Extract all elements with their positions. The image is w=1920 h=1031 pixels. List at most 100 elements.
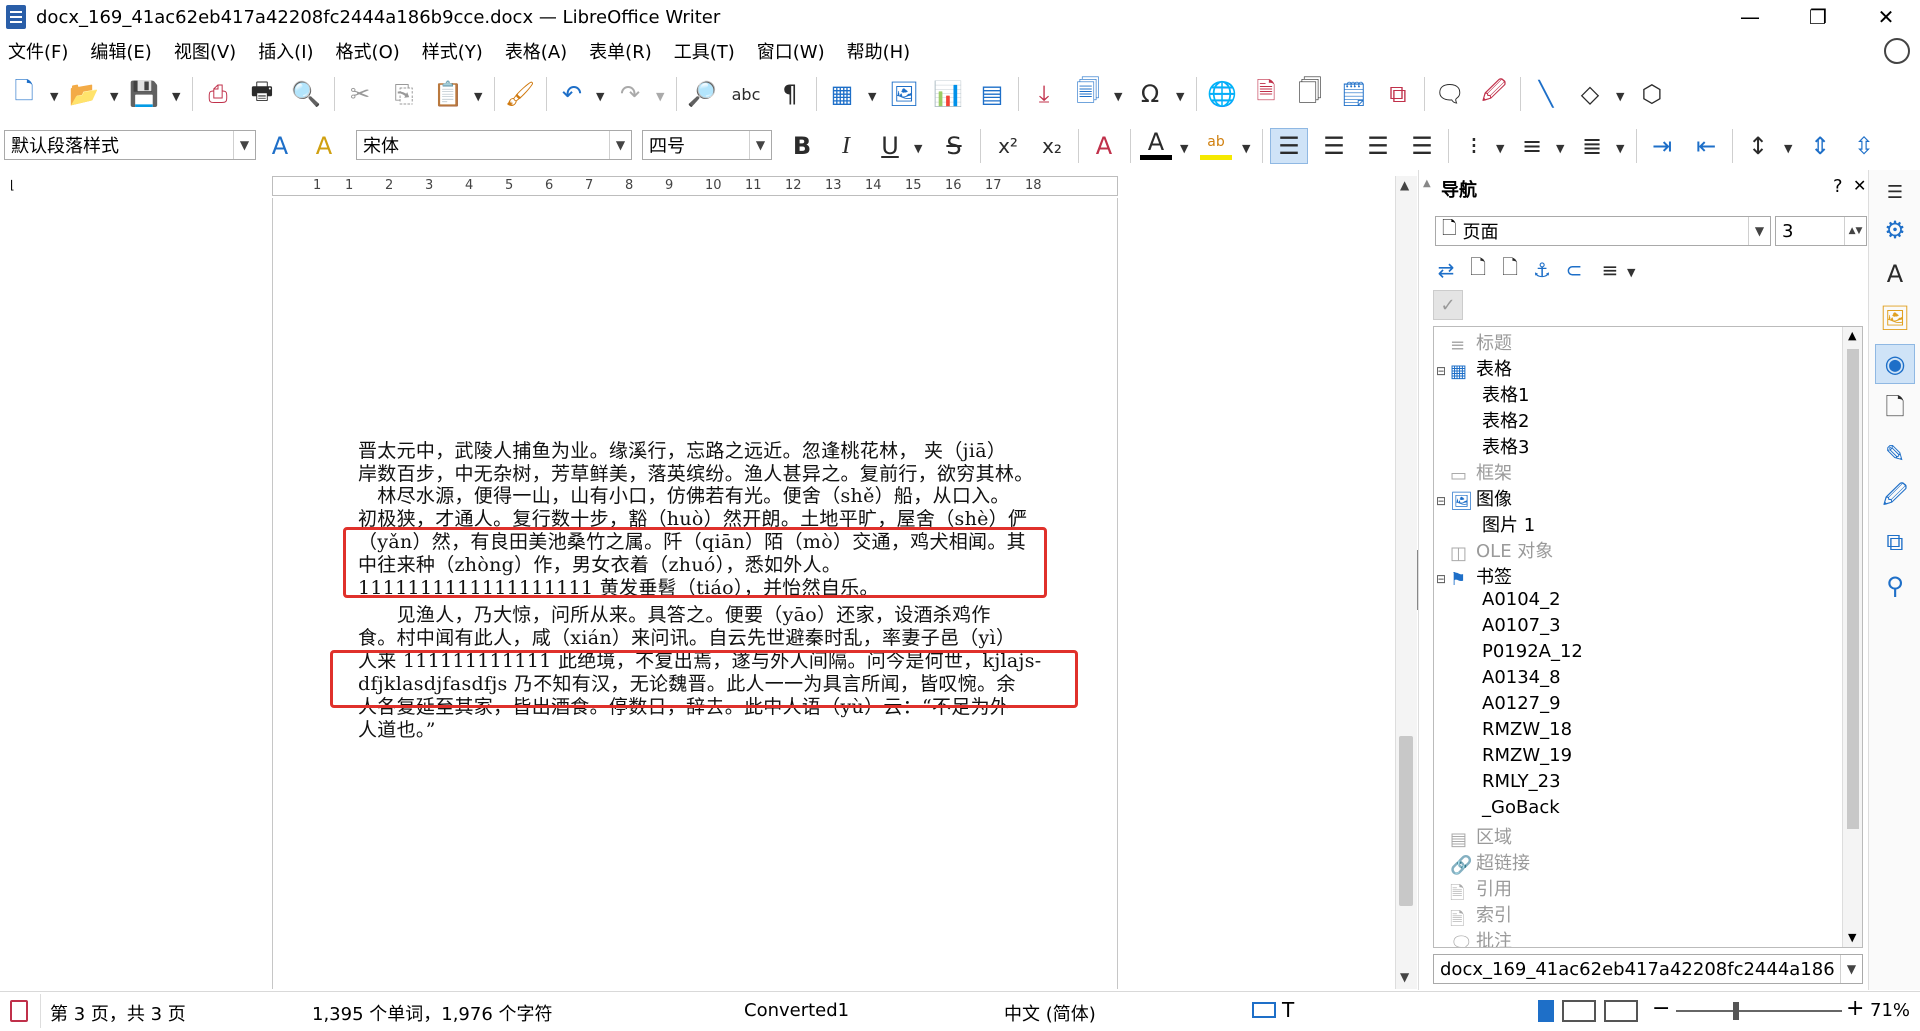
expander-icon[interactable]: ⊟ <box>1436 572 1450 586</box>
properties-icon[interactable]: ⚙ <box>1879 214 1911 246</box>
decrease-indent-icon[interactable]: ⇤ <box>1690 130 1722 162</box>
scroll-down-icon[interactable]: ▼ <box>1400 970 1409 984</box>
scroll-down-icon[interactable]: ▼ <box>1848 931 1856 944</box>
line-spacing-icon[interactable]: ↕ <box>1742 130 1774 162</box>
navigator-category[interactable]: 🗎 引用 <box>1436 875 1512 904</box>
document-select[interactable]: docx_169_41ac62eb417a42208fc2444a186b9cc… <box>1433 954 1863 984</box>
increase-paragraph-spacing-icon[interactable]: ⇕ <box>1804 130 1836 162</box>
comment-icon[interactable]: 🗨 <box>1434 78 1466 110</box>
track-changes-icon[interactable]: 🖉 <box>1478 77 1510 110</box>
navigator-category[interactable]: ⊟ ⚑ 书签 <box>1436 563 1512 590</box>
close-window-button[interactable]: ✕ <box>1852 0 1920 34</box>
navigator-category[interactable]: ▤ 区域 <box>1436 823 1512 850</box>
page-style[interactable]: Converted1 <box>744 1000 849 1021</box>
navigator-category[interactable]: 🗨 批注 <box>1436 927 1512 947</box>
scroll-up-icon[interactable]: ▲ <box>1848 329 1856 342</box>
document-text[interactable]: 晋太元中，武陵人捕鱼为业。缘溪行，忘路之远近。忽逢桃花林， 夹（jiā） 岸数百步… <box>0 0 1395 989</box>
navigator-entry[interactable]: 图片 1 <box>1482 511 1535 537</box>
header-icon[interactable]: 🗋 <box>1465 254 1491 286</box>
bullet-list-icon[interactable]: ⁝ <box>1458 130 1490 162</box>
expander-icon[interactable]: ⊟ <box>1436 494 1450 508</box>
document-modified-icon[interactable] <box>10 1000 28 1022</box>
expander-icon[interactable]: ⊟ <box>1436 364 1450 378</box>
chevron-down-icon[interactable]: ▼ <box>1496 142 1504 155</box>
navigator-entry[interactable]: RMZW_19 <box>1482 745 1572 766</box>
chevron-down-icon[interactable]: ▼ <box>1556 142 1564 155</box>
scrollbar-thumb[interactable] <box>1399 736 1413 906</box>
navigator-entry[interactable]: 表格2 <box>1482 407 1529 433</box>
style-inspector-icon[interactable]: ✎ <box>1879 438 1911 470</box>
selection-mode-icon[interactable] <box>1252 1002 1276 1018</box>
minimize-button[interactable]: — <box>1716 0 1784 34</box>
zoom-slider[interactable] <box>1676 1002 1842 1020</box>
navigator-category[interactable]: ⊟ ▦ 表格 <box>1436 355 1512 382</box>
toggle-icon[interactable]: ⇄ <box>1433 254 1459 286</box>
navigator-entry[interactable]: RMLY_23 <box>1482 771 1561 792</box>
language[interactable]: 中文 (简体) <box>1004 1000 1096 1026</box>
collapse-caret-icon[interactable]: ▲ <box>1423 178 1431 189</box>
scroll-up-icon[interactable]: ▲ <box>1400 178 1409 192</box>
chevron-down-icon[interactable]: ▼ <box>1784 142 1792 155</box>
navigator-entry[interactable]: A0127_9 <box>1482 693 1561 714</box>
chevron-down-icon[interactable]: ▼ <box>1616 142 1624 155</box>
navigate-by-select[interactable]: 🗋 页面 ▼ <box>1435 216 1771 246</box>
navigator-icon[interactable]: ◉ <box>1875 344 1915 384</box>
help-button[interactable]: ? <box>1833 176 1843 197</box>
navigator-entry[interactable]: A0107_3 <box>1482 615 1561 636</box>
navigator-category[interactable]: ▭ 框架 <box>1436 459 1512 486</box>
tree-scrollbar[interactable]: ▲ ▼ <box>1842 327 1862 947</box>
maximize-button[interactable]: ❐ <box>1784 0 1852 34</box>
basic-shapes-icon[interactable]: ◇ <box>1574 78 1606 110</box>
zoom-in-icon[interactable]: + <box>1846 996 1864 1021</box>
book-view-icon[interactable] <box>1604 1000 1638 1022</box>
page-deck-icon[interactable]: 🗋 <box>1879 393 1911 426</box>
navigator-category[interactable]: ◫ OLE 对象 <box>1436 537 1553 564</box>
navigator-entry[interactable]: _GoBack <box>1482 797 1560 818</box>
navigator-category[interactable]: ≡ 标题 <box>1436 329 1512 356</box>
single-page-view-icon[interactable] <box>1538 1000 1554 1022</box>
navigator-entry[interactable]: P0192A_12 <box>1482 641 1583 662</box>
navigator-entry[interactable]: 表格1 <box>1482 381 1529 407</box>
decrease-paragraph-spacing-icon[interactable]: ⇳ <box>1848 130 1880 162</box>
anchor-icon[interactable]: ⚓ <box>1529 254 1555 286</box>
heading-levels-icon[interactable]: ≡ <box>1597 254 1623 286</box>
navigator-category[interactable]: 🔗 超链接 <box>1436 849 1530 876</box>
navigator-entry[interactable]: 表格3 <box>1482 433 1529 459</box>
increase-indent-icon[interactable]: ⇥ <box>1646 130 1678 162</box>
word-count[interactable]: 1,395 个单词，1,976 个字符 <box>312 1000 553 1026</box>
styles-icon[interactable]: A <box>1879 258 1911 290</box>
spin-arrows-icon[interactable]: ▲▼ <box>1844 217 1866 245</box>
design-icon[interactable]: ⧉ <box>1879 526 1911 558</box>
navigator-category[interactable]: 🗎 索引 <box>1436 901 1512 930</box>
chevron-down-icon[interactable]: ▼ <box>1627 266 1635 279</box>
line-icon[interactable]: ╲ <box>1530 78 1562 110</box>
zoom-level[interactable]: 71% <box>1870 1000 1910 1021</box>
outline-list-icon[interactable]: ≣ <box>1576 130 1608 162</box>
zoom-out-icon[interactable]: − <box>1652 996 1670 1021</box>
navigator-entry[interactable]: A0134_8 <box>1482 667 1561 688</box>
draw-functions-icon[interactable]: ⬡ <box>1636 78 1668 110</box>
content-tracking-icon[interactable]: ✓ <box>1433 290 1463 320</box>
document-line[interactable]: 人道也。” <box>358 715 436 742</box>
insert-mode-icon[interactable]: T <box>1282 998 1294 1022</box>
navigator-category[interactable]: ⊟ 🖼 图像 <box>1436 485 1512 512</box>
numbered-list-icon[interactable]: ≡ <box>1516 130 1548 162</box>
chevron-down-icon[interactable]: ▼ <box>1616 90 1624 103</box>
footer-icon[interactable]: 🗋 <box>1497 254 1523 286</box>
navigator-entry[interactable]: RMZW_18 <box>1482 719 1572 740</box>
page-count[interactable]: 第 3 页，共 3 页 <box>50 1000 186 1026</box>
multi-page-view-icon[interactable] <box>1562 1000 1596 1022</box>
manage-changes-icon[interactable]: 🖉 <box>1879 481 1911 514</box>
globe-update-icon[interactable] <box>1884 38 1910 64</box>
gallery-icon[interactable]: 🖼 <box>1879 302 1911 334</box>
drag-mode-icon[interactable]: ⊂ <box>1561 254 1587 286</box>
chevron-down-icon[interactable]: ▼ <box>1748 217 1770 245</box>
chevron-down-icon[interactable]: ▼ <box>1840 955 1862 983</box>
navigator-entry[interactable]: A0104_2 <box>1482 589 1561 610</box>
page-number-spinner[interactable]: 3 ▲▼ <box>1775 216 1867 246</box>
vertical-scrollbar[interactable]: ▲ ▼ <box>1395 176 1417 989</box>
find-icon[interactable]: ⚲ <box>1879 570 1911 602</box>
close-panel-button[interactable]: ✕ <box>1853 176 1866 195</box>
tree-scrollbar-thumb[interactable] <box>1847 349 1859 829</box>
hamburger-menu-icon[interactable]: ☰ <box>1879 176 1911 208</box>
